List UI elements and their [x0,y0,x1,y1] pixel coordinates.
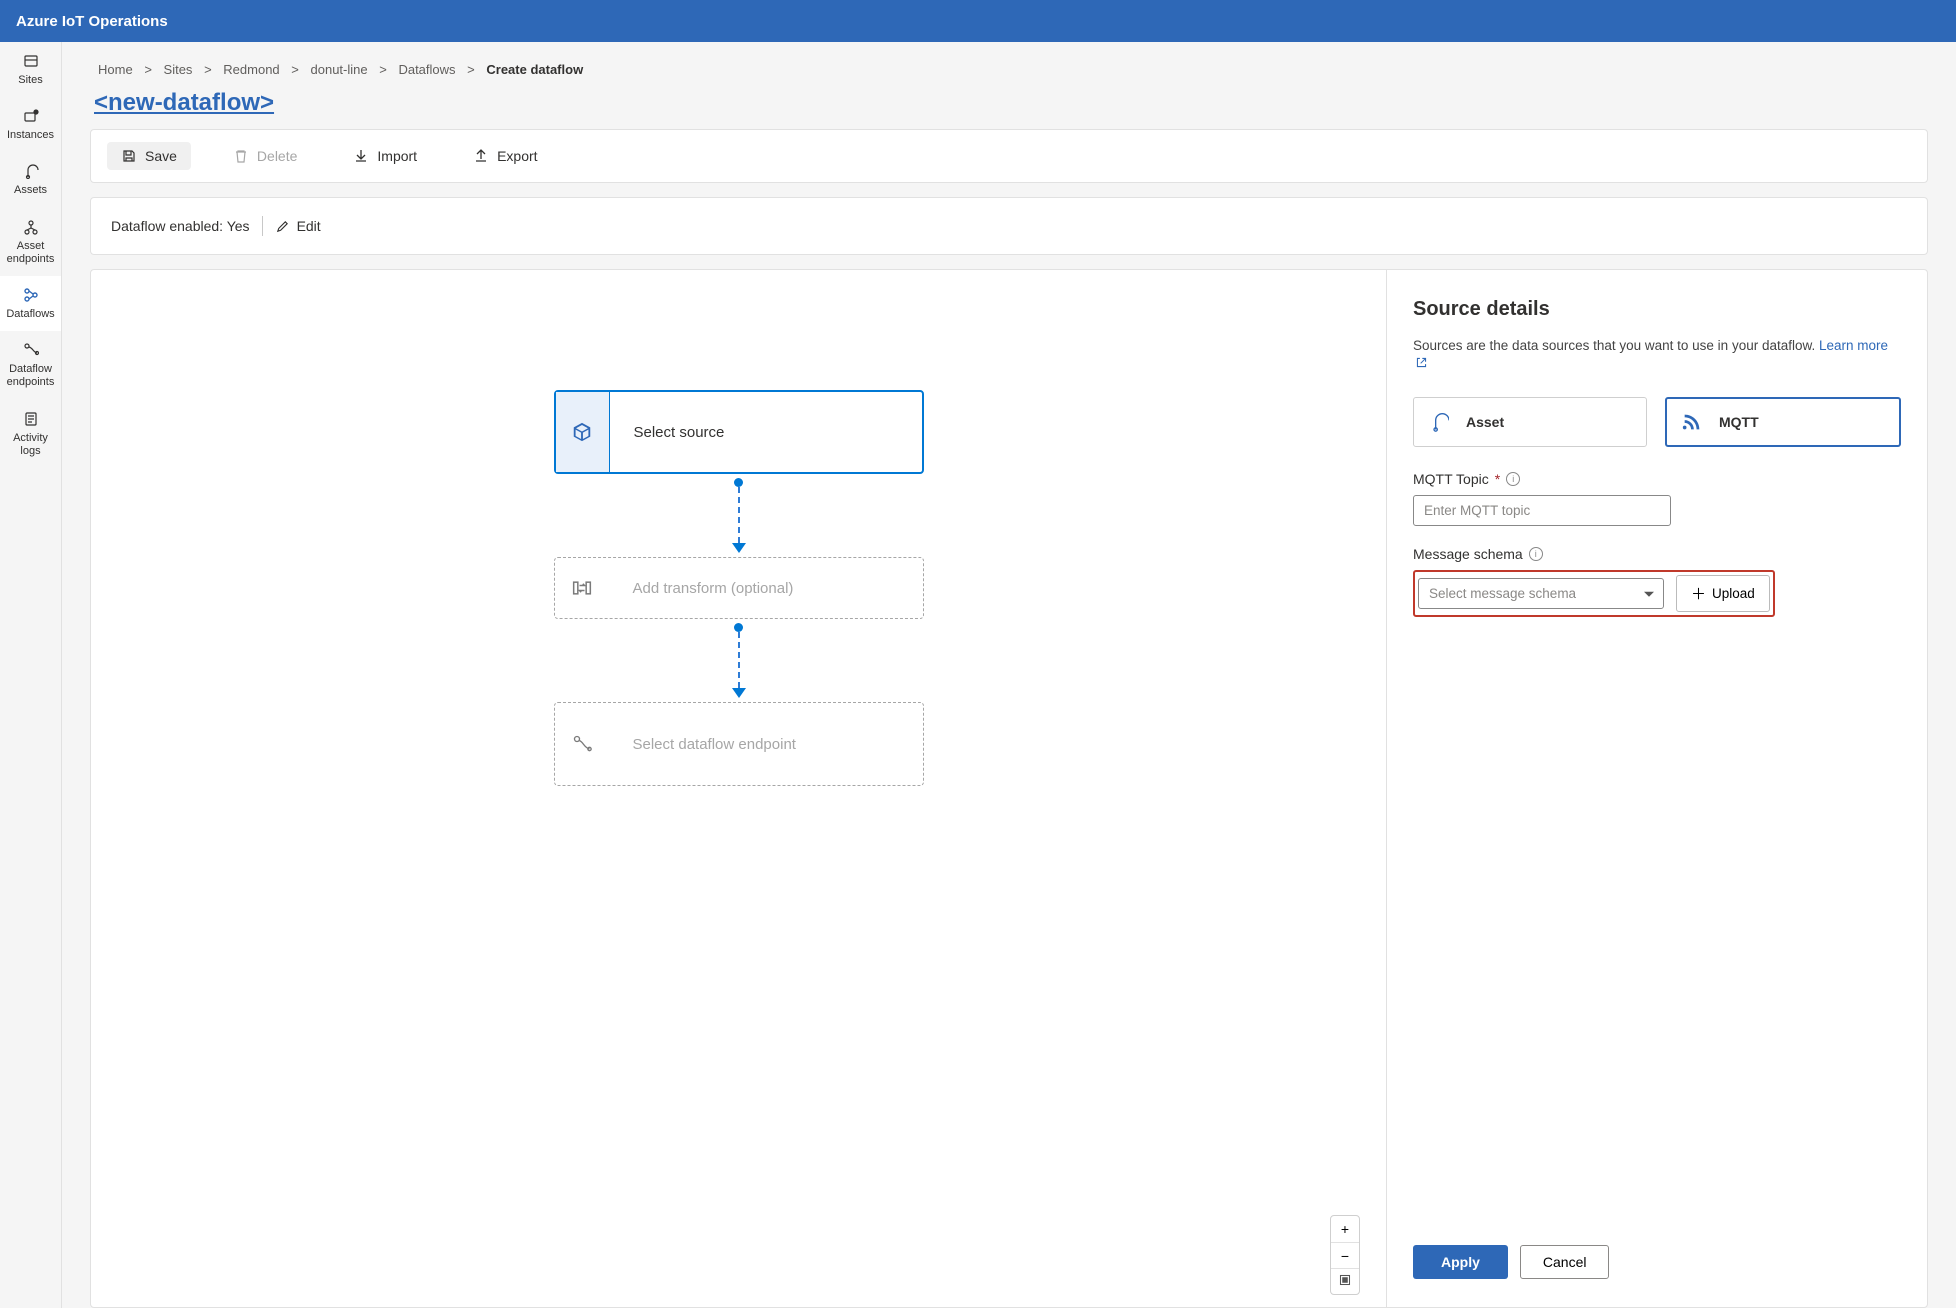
breadcrumb-item[interactable]: Sites [164,62,193,77]
mqtt-topic-label: MQTT Topic * i [1413,471,1901,487]
detail-description: Sources are the data sources that you wa… [1413,337,1901,375]
sites-icon [22,52,40,70]
upload-label: Upload [1712,586,1755,601]
breadcrumb-current: Create dataflow [486,62,583,77]
app-title: Azure IoT Operations [16,13,168,30]
destination-node[interactable]: Select dataflow endpoint [554,702,924,786]
dataflows-icon [22,286,40,304]
cube-icon [556,392,610,472]
canvas[interactable]: Select source Add transform (optional) [91,270,1387,1307]
edit-status-button[interactable]: Edit [275,218,321,234]
dataflow-endpoints-icon [22,341,40,359]
sidebar-item-label: Instances [7,129,54,142]
source-node[interactable]: Select source [554,390,924,474]
status-bar: Dataflow enabled: Yes Edit [91,198,1927,254]
breadcrumb-item[interactable]: donut-line [311,62,368,77]
sidebar-item-activity-logs[interactable]: Activity logs [0,400,61,468]
app-header: Azure IoT Operations [0,0,1956,42]
sidebar-item-label: Assets [14,184,47,197]
sidebar-item-dataflow-endpoints[interactable]: Dataflow endpoints [0,331,61,399]
message-schema-select[interactable]: Select message schema [1418,578,1664,609]
zoom-out-button[interactable]: − [1331,1242,1359,1268]
required-indicator: * [1495,471,1500,487]
sidebar-item-sites[interactable]: Sites [0,42,61,97]
breadcrumb: Home > Sites > Redmond > donut-line > Da… [62,42,1956,89]
mqtt-topic-input[interactable] [1413,495,1671,526]
delete-label: Delete [257,148,297,164]
export-button[interactable]: Export [459,142,551,170]
info-icon[interactable]: i [1506,472,1520,486]
transform-node[interactable]: Add transform (optional) [554,557,924,619]
mqtt-choice-label: MQTT [1719,414,1759,430]
breadcrumb-separator: > [291,62,299,77]
sidebar-item-label: Asset endpoints [4,240,57,266]
transform-node-label: Add transform (optional) [609,580,794,597]
breadcrumb-separator: > [379,62,387,77]
page-title[interactable]: <new-dataflow> [94,89,274,116]
sidebar-item-label: Dataflow endpoints [4,363,57,389]
transform-icon [555,558,609,618]
save-icon [121,148,137,164]
delete-button[interactable]: Delete [219,142,311,170]
sidebar-item-label: Dataflows [6,308,54,321]
plus-icon: ＋ [1691,583,1706,604]
breadcrumb-item[interactable]: Redmond [223,62,279,77]
zoom-in-button[interactable]: + [1331,1216,1359,1242]
sidebar-item-asset-endpoints[interactable]: Asset endpoints [0,208,61,276]
save-button[interactable]: Save [107,142,191,170]
zoom-control: + − [1330,1215,1360,1295]
cancel-button[interactable]: Cancel [1520,1245,1610,1279]
zoom-fit-button[interactable] [1331,1268,1359,1294]
sidebar-item-dataflows[interactable]: Dataflows [0,276,61,331]
info-icon[interactable]: i [1529,547,1543,561]
import-label: Import [377,148,417,164]
export-icon [473,148,489,164]
detail-pane: Source details Sources are the data sour… [1387,270,1927,1307]
source-choice-asset[interactable]: Asset [1413,397,1647,447]
export-label: Export [497,148,537,164]
asset-choice-label: Asset [1466,414,1504,430]
activity-logs-icon [22,410,40,428]
sidebar-item-label: Sites [18,74,42,87]
edit-icon [275,218,291,234]
delete-icon [233,148,249,164]
breadcrumb-item[interactable]: Home [98,62,133,77]
sidebar-item-assets[interactable]: Assets [0,152,61,207]
breadcrumb-item[interactable]: Dataflows [398,62,455,77]
breadcrumb-separator: > [467,62,475,77]
edit-label: Edit [297,218,321,234]
dataflow-enabled-status: Dataflow enabled: Yes [111,218,250,234]
apply-button[interactable]: Apply [1413,1245,1508,1279]
breadcrumb-separator: > [144,62,152,77]
detail-title: Source details [1413,298,1901,321]
source-choice-mqtt[interactable]: MQTT [1665,397,1901,447]
asset-endpoints-icon [22,218,40,236]
message-schema-row: Select message schema ＋ Upload [1413,570,1775,617]
sidebar-item-instances[interactable]: Instances [0,97,61,152]
upload-button[interactable]: ＋ Upload [1676,575,1770,612]
sidebar: Sites Instances Assets Asset endpoints D… [0,42,62,1308]
external-link-icon [1415,356,1428,375]
import-button[interactable]: Import [339,142,431,170]
separator [262,216,263,236]
endpoint-icon [555,703,609,785]
assets-icon [22,162,40,180]
message-schema-label: Message schema i [1413,546,1901,562]
mqtt-icon [1681,411,1703,433]
destination-node-label: Select dataflow endpoint [609,736,796,753]
breadcrumb-separator: > [204,62,212,77]
source-node-label: Select source [610,424,725,441]
import-icon [353,148,369,164]
asset-icon [1428,411,1450,433]
toolbar: Save Delete Import [91,130,1927,182]
instances-icon [22,107,40,125]
save-label: Save [145,148,177,164]
sidebar-item-label: Activity logs [4,432,57,458]
